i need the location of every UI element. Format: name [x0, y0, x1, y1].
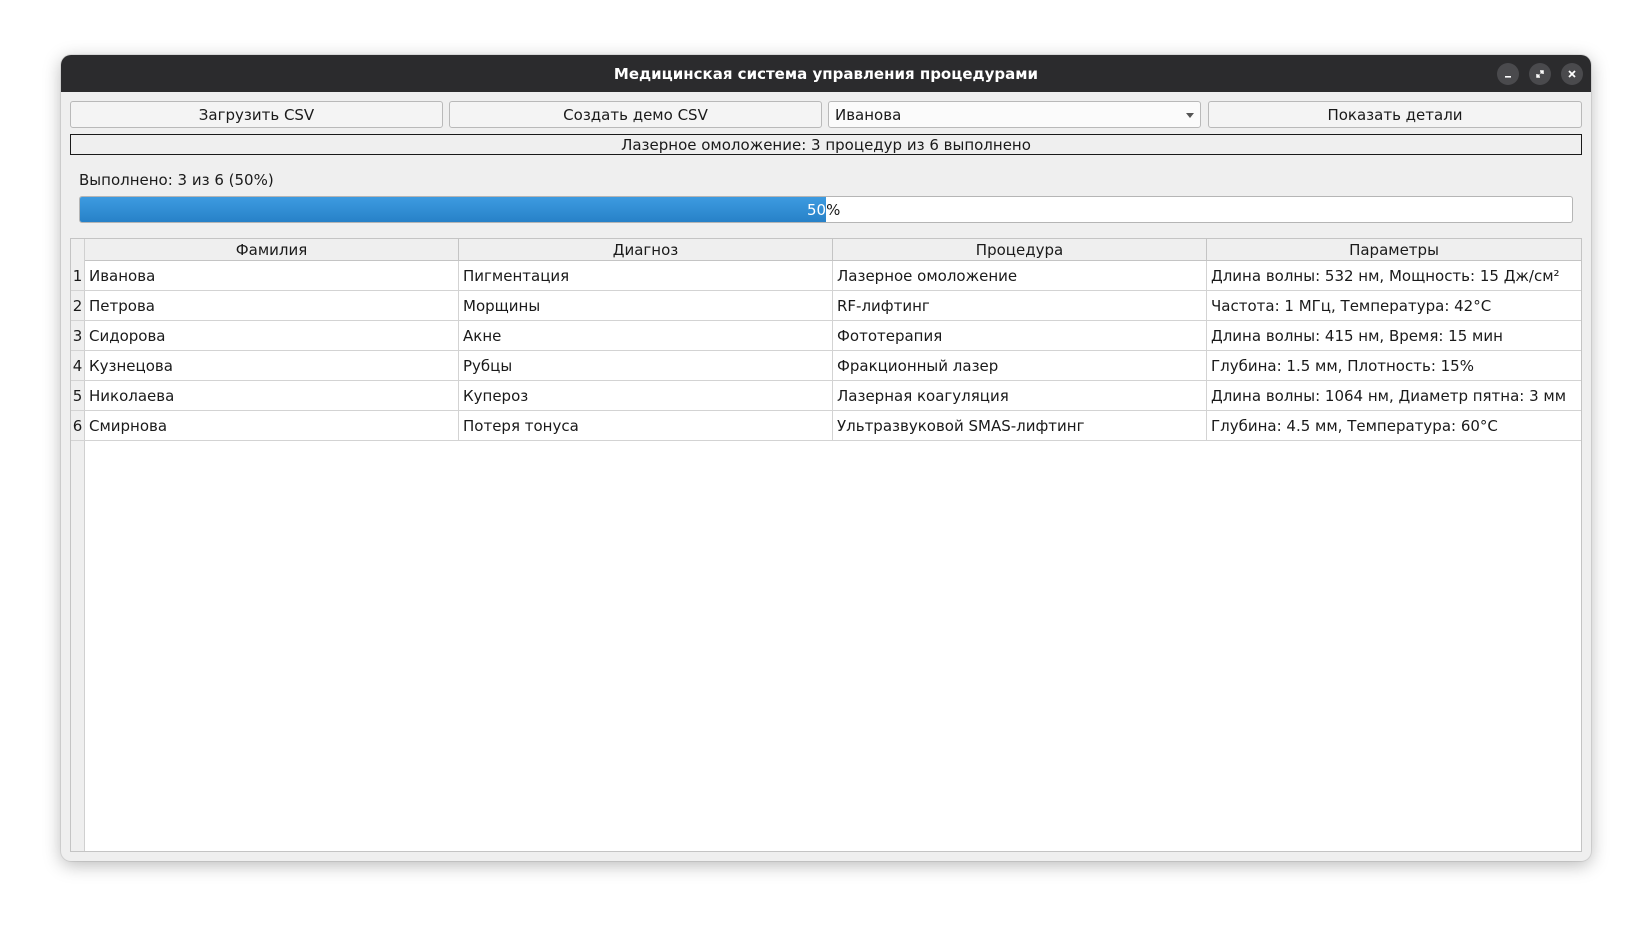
column-header-procedure[interactable]: Процедура [833, 239, 1207, 261]
cell-procedure[interactable]: Лазерное омоложение [833, 261, 1207, 290]
procedure-status-summary: Лазерное омоложение: 3 процедур из 6 вып… [70, 134, 1582, 155]
minimize-button[interactable] [1497, 62, 1519, 85]
cell-procedure[interactable]: Фракционный лазер [833, 351, 1207, 380]
cell-parameters[interactable]: Длина волны: 532 нм, Мощность: 15 Дж/см² [1207, 261, 1581, 290]
maximize-icon [1536, 69, 1544, 78]
table-body: 1 Иванова Пигментация Лазерное омоложени… [71, 261, 1581, 441]
cell-diagnosis[interactable]: Морщины [459, 291, 833, 320]
cell-diagnosis[interactable]: Рубцы [459, 351, 833, 380]
cell-parameters[interactable]: Длина волны: 1064 нм, Диаметр пятна: 3 м… [1207, 381, 1581, 410]
window-title: Медицинская система управления процедура… [613, 64, 1039, 83]
cell-diagnosis[interactable]: Пигментация [459, 261, 833, 290]
table-row[interactable]: 6 Смирнова Потеря тонуса Ультразвуковой … [71, 411, 1581, 441]
table-header: Фамилия Диагноз Процедура Параметры [85, 239, 1581, 261]
row-number[interactable]: 4 [71, 351, 85, 380]
patient-select-value: Иванова [835, 105, 902, 124]
cell-surname[interactable]: Николаева [85, 381, 459, 410]
table-row[interactable]: 2 Петрова Морщины RF-лифтинг Частота: 1 … [71, 291, 1581, 321]
cell-surname[interactable]: Сидорова [85, 321, 459, 350]
cell-parameters[interactable]: Частота: 1 МГц, Температура: 42°C [1207, 291, 1581, 320]
cell-procedure[interactable]: Лазерная коагуляция [833, 381, 1207, 410]
column-header-parameters[interactable]: Параметры [1207, 239, 1581, 261]
cell-surname[interactable]: Иванова [85, 261, 459, 290]
row-number[interactable]: 6 [71, 411, 85, 440]
cell-diagnosis[interactable]: Купероз [459, 381, 833, 410]
cell-diagnosis[interactable]: Потеря тонуса [459, 411, 833, 440]
cell-parameters[interactable]: Глубина: 4.5 мм, Температура: 60°C [1207, 411, 1581, 440]
cell-procedure[interactable]: Фототерапия [833, 321, 1207, 350]
cell-parameters[interactable]: Длина волны: 415 нм, Время: 15 мин [1207, 321, 1581, 350]
toolbar: Загрузить CSV Создать демо CSV Иванова П… [70, 101, 1582, 128]
row-number[interactable]: 3 [71, 321, 85, 350]
cell-parameters[interactable]: Глубина: 1.5 мм, Плотность: 15% [1207, 351, 1581, 380]
row-number[interactable]: 1 [71, 261, 85, 290]
progress-bar: 50% [79, 196, 1573, 223]
app-window: Медицинская система управления процедура… [61, 55, 1591, 861]
cell-procedure[interactable]: Ультразвуковой SMAS-лифтинг [833, 411, 1207, 440]
close-icon [1568, 69, 1576, 78]
column-header-diagnosis[interactable]: Диагноз [459, 239, 833, 261]
row-number[interactable]: 5 [71, 381, 85, 410]
maximize-button[interactable] [1529, 62, 1551, 85]
show-details-button[interactable]: Показать детали [1208, 101, 1582, 128]
progress-text-outer: % [826, 200, 841, 219]
cell-surname[interactable]: Кузнецова [85, 351, 459, 380]
column-header-surname[interactable]: Фамилия [85, 239, 459, 261]
row-number[interactable]: 2 [71, 291, 85, 320]
table-row[interactable]: 4 Кузнецова Рубцы Фракционный лазер Глуб… [71, 351, 1581, 381]
window-controls [1497, 55, 1583, 92]
completed-label: Выполнено: 3 из 6 (50%) [79, 171, 274, 189]
procedures-table[interactable]: Фамилия Диагноз Процедура Параметры 1 Ив… [70, 238, 1582, 852]
progress-text: 50% [807, 197, 840, 222]
create-demo-csv-button[interactable]: Создать демо CSV [449, 101, 822, 128]
close-button[interactable] [1561, 62, 1583, 85]
minimize-icon [1505, 75, 1511, 78]
table-row[interactable]: 1 Иванова Пигментация Лазерное омоложени… [71, 261, 1581, 291]
table-row[interactable]: 5 Николаева Купероз Лазерная коагуляция … [71, 381, 1581, 411]
progress-text-inner: 50 [807, 200, 827, 219]
load-csv-button[interactable]: Загрузить CSV [70, 101, 443, 128]
table-row[interactable]: 3 Сидорова Акне Фототерапия Длина волны:… [71, 321, 1581, 351]
progress-fill [80, 197, 826, 222]
chevron-down-icon [1186, 113, 1194, 118]
cell-surname[interactable]: Петрова [85, 291, 459, 320]
cell-procedure[interactable]: RF-лифтинг [833, 291, 1207, 320]
title-bar[interactable]: Медицинская система управления процедура… [61, 55, 1591, 92]
cell-surname[interactable]: Смирнова [85, 411, 459, 440]
cell-diagnosis[interactable]: Акне [459, 321, 833, 350]
patient-select[interactable]: Иванова [828, 101, 1201, 128]
